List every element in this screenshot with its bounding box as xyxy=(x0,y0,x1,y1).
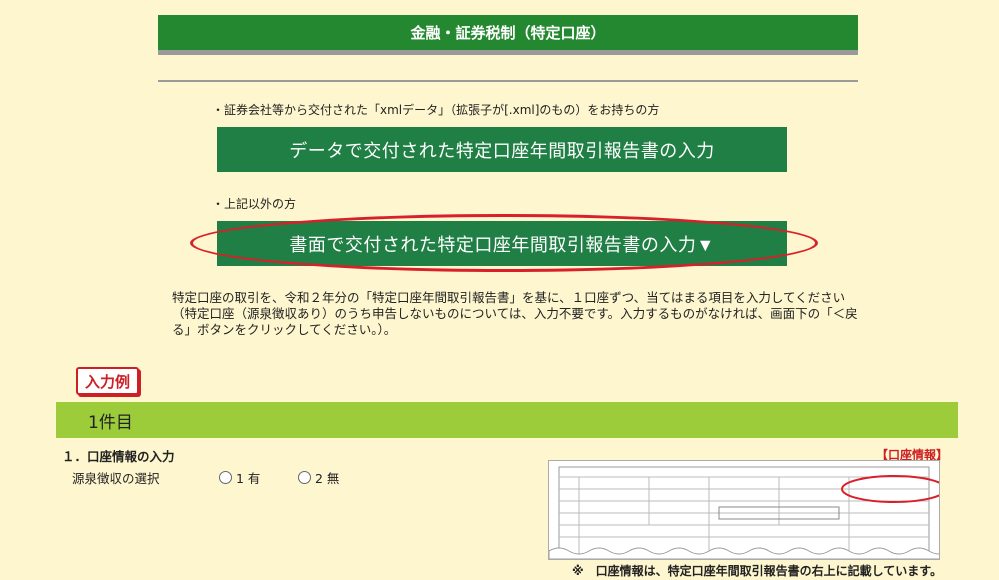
paper-input-button[interactable]: 書面で交付された特定口座年間取引報告書の入力▼ xyxy=(217,221,787,266)
section-header: 1件目 xyxy=(56,402,958,438)
page-title: 金融・証券税制（特定口座） xyxy=(410,24,606,42)
document-illustration xyxy=(549,466,939,559)
withholding-option-yes[interactable]: 1 有 xyxy=(219,468,260,487)
section-title: 1件目 xyxy=(88,412,133,433)
page-header: 金融・証券税制（特定口座） xyxy=(158,15,858,55)
option-yes-label: 1 有 xyxy=(236,471,261,486)
example-badge: 入力例 xyxy=(76,367,140,395)
xml-input-button[interactable]: データで交付された特定口座年間取引報告書の入力 xyxy=(217,127,787,172)
description-text: 特定口座の取引を、令和２年分の「特定口座年間取引報告書」を基に、１口座ずつ、当て… xyxy=(172,290,858,337)
document-caption: ※ 口座情報は、特定口座年間取引報告書の右上に記載しています。 xyxy=(572,564,943,578)
report-document-image xyxy=(548,460,940,560)
other-note: ・上記以外の方 xyxy=(212,197,297,211)
radio-circle[interactable] xyxy=(298,471,311,484)
account-info-heading: １．口座情報の入力 xyxy=(62,449,175,464)
withholding-option-no[interactable]: 2 無 xyxy=(298,468,339,487)
radio-circle[interactable] xyxy=(219,471,232,484)
divider xyxy=(158,80,858,82)
option-no-label: 2 無 xyxy=(315,471,340,486)
withholding-label: 源泉徴収の選択 xyxy=(72,471,160,486)
xml-note: ・証券会社等から交付された「xmlデータ」（拡張子が[.xml]のもの）をお持ち… xyxy=(212,103,660,117)
